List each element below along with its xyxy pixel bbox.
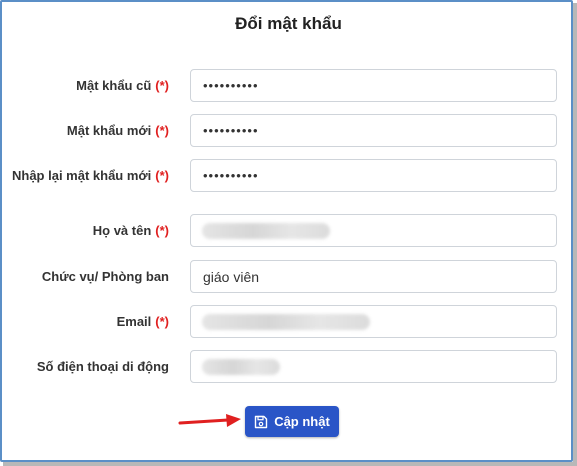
required-marker: (*)	[155, 78, 169, 93]
old-password-input[interactable]	[190, 69, 557, 102]
required-marker: (*)	[155, 223, 169, 238]
frame-shadow-bottom	[3, 462, 577, 466]
update-button[interactable]: Cập nhật	[245, 406, 339, 437]
red-arrow-icon	[178, 414, 241, 427]
old-password-label: Mật khẩu cũ (*)	[76, 78, 169, 93]
required-marker: (*)	[155, 123, 169, 138]
save-icon	[254, 415, 268, 428]
email-label: Email (*)	[116, 314, 169, 329]
new-password-input[interactable]	[190, 114, 557, 147]
redacted-phone	[202, 359, 280, 375]
page-title: Đổi mật khẩu	[235, 14, 342, 33]
phone-label: Số điện thoại di động	[36, 359, 169, 374]
full-name-label: Họ và tên (*)	[92, 223, 169, 238]
confirm-password-input[interactable]	[190, 159, 557, 192]
position-input[interactable]	[190, 260, 557, 293]
update-button-label: Cập nhật	[274, 414, 330, 429]
change-password-panel: Đổi mật khẩu Mật khẩu cũ(*) Mật khẩu mới…	[0, 0, 573, 462]
confirm-password-label: Nhập lại mật khẩu mới (*)	[12, 168, 169, 183]
position-label: Chức vụ/ Phòng ban	[41, 269, 169, 284]
redacted-full-name	[202, 223, 330, 239]
new-password-label: Mật khẩu mới (*)	[66, 123, 169, 138]
required-marker: (*)	[155, 314, 169, 329]
redacted-email	[202, 314, 370, 330]
required-marker: (*)	[155, 168, 169, 183]
frame-shadow-right	[573, 3, 577, 466]
